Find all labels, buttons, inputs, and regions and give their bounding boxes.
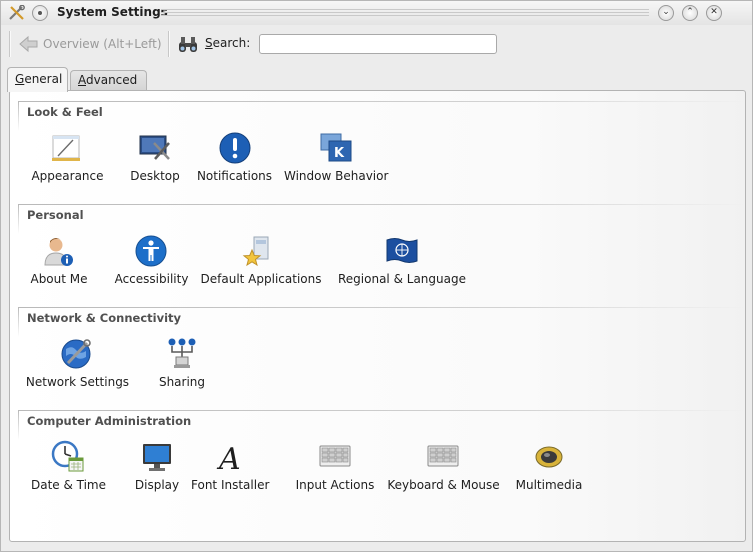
date-time-icon bbox=[51, 440, 84, 472]
tab-advanced[interactable]: Advanced bbox=[70, 70, 147, 91]
system-settings-window: System Settings ⌄ ⌃ ✕ Overview (Alt+Left… bbox=[0, 0, 753, 552]
minimize-button[interactable]: ⌄ bbox=[658, 5, 674, 21]
group-personal: Personal About Me Accessibility Default … bbox=[18, 204, 746, 304]
sharing-icon bbox=[168, 338, 196, 368]
back-arrow-icon bbox=[19, 35, 38, 53]
module-font-installer[interactable]: A Font Installer bbox=[191, 440, 269, 496]
module-appearance[interactable]: Appearance bbox=[25, 131, 110, 187]
svg-text:A: A bbox=[216, 442, 241, 474]
toolbar: Overview (Alt+Left) Search: bbox=[1, 25, 752, 63]
display-icon bbox=[143, 444, 171, 471]
settings-panel: Look & Feel Appearance Desktop Notificat… bbox=[9, 90, 746, 542]
title-bar-grip bbox=[161, 9, 649, 16]
module-desktop[interactable]: Desktop bbox=[122, 131, 188, 187]
module-keyboard-mouse[interactable]: Keyboard & Mouse bbox=[381, 440, 506, 496]
title-bar[interactable]: System Settings ⌄ ⌃ ✕ bbox=[1, 1, 752, 25]
module-regional-language[interactable]: Regional & Language bbox=[333, 234, 471, 290]
notifications-icon bbox=[219, 132, 251, 164]
settings-tools-icon[interactable] bbox=[8, 5, 26, 21]
keyboard-mouse-icon bbox=[427, 445, 459, 467]
module-accessibility[interactable]: Accessibility bbox=[106, 234, 197, 290]
close-icon: ✕ bbox=[710, 7, 718, 17]
binoculars-icon bbox=[179, 37, 197, 52]
group-look-and-feel: Look & Feel Appearance Desktop Notificat… bbox=[18, 101, 746, 201]
group-computer-administration: Computer Administration Date & Time Disp… bbox=[18, 410, 746, 510]
network-settings-icon bbox=[61, 339, 91, 369]
module-network-settings[interactable]: Network Settings bbox=[25, 337, 130, 393]
window-menu-button[interactable] bbox=[32, 5, 48, 21]
group-title: Computer Administration bbox=[27, 414, 192, 428]
input-actions-icon bbox=[319, 445, 351, 467]
module-date-time[interactable]: Date & Time bbox=[25, 440, 112, 496]
overview-label: Overview (Alt+Left) bbox=[43, 37, 162, 51]
group-title: Network & Connectivity bbox=[27, 311, 182, 325]
toolbar-separator bbox=[168, 31, 170, 57]
module-about-me[interactable]: About Me bbox=[25, 234, 93, 290]
close-button[interactable]: ✕ bbox=[706, 5, 722, 21]
group-title: Look & Feel bbox=[27, 105, 103, 119]
regional-language-icon bbox=[386, 238, 418, 263]
toolbar-handle bbox=[9, 31, 11, 57]
chevron-up-icon: ⌃ bbox=[686, 7, 694, 17]
search-label: Search: bbox=[205, 36, 251, 50]
module-default-applications[interactable]: Default Applications bbox=[198, 234, 324, 290]
module-multimedia[interactable]: Multimedia bbox=[514, 440, 584, 496]
group-title: Personal bbox=[27, 208, 84, 222]
window-behavior-icon: K bbox=[320, 133, 352, 162]
multimedia-icon bbox=[535, 446, 563, 468]
accessibility-icon bbox=[135, 235, 167, 267]
module-window-behavior[interactable]: K Window Behavior bbox=[284, 131, 388, 187]
module-sharing[interactable]: Sharing bbox=[153, 337, 211, 393]
maximize-button[interactable]: ⌃ bbox=[682, 5, 698, 21]
search-input[interactable] bbox=[259, 34, 497, 54]
desktop-icon bbox=[139, 135, 170, 160]
about-me-icon bbox=[44, 238, 73, 266]
group-network-connectivity: Network & Connectivity Network Settings bbox=[18, 307, 746, 407]
font-installer-icon: A bbox=[216, 442, 241, 474]
module-notifications[interactable]: Notifications bbox=[192, 131, 277, 187]
module-display[interactable]: Display bbox=[128, 440, 186, 496]
module-input-actions[interactable]: Input Actions bbox=[287, 440, 383, 496]
overview-button[interactable]: Overview (Alt+Left) bbox=[19, 34, 162, 54]
chevron-down-icon: ⌄ bbox=[662, 7, 670, 17]
appearance-icon bbox=[52, 135, 80, 161]
window-title: System Settings bbox=[57, 5, 168, 19]
tab-general[interactable]: General bbox=[7, 67, 68, 92]
default-applications-icon bbox=[242, 236, 269, 267]
svg-text:K: K bbox=[334, 146, 345, 161]
